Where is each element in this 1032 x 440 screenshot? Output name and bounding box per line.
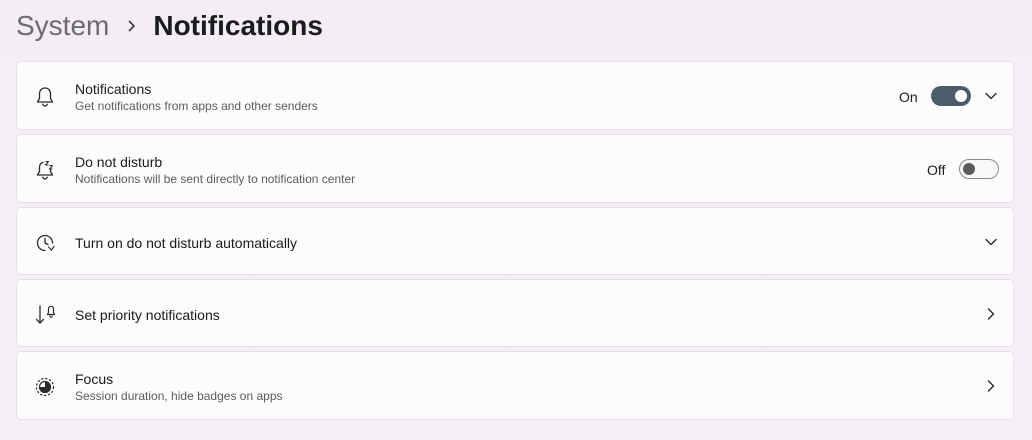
notifications-title: Notifications (75, 81, 152, 97)
chevron-down-icon[interactable] (983, 88, 999, 104)
breadcrumb-parent-link[interactable]: System (16, 6, 109, 46)
notifications-toggle[interactable] (931, 86, 971, 106)
chevron-right-icon[interactable] (983, 378, 999, 394)
do-not-disturb-toggle[interactable] (959, 159, 999, 179)
chevron-right-icon[interactable] (983, 306, 999, 322)
focus-icon (33, 375, 57, 399)
focus-card[interactable]: Focus Session duration, hide badges on a… (16, 351, 1014, 420)
notifications-text: Notifications Get notifications from app… (75, 80, 318, 114)
page-title: Notifications (153, 10, 323, 41)
notifications-subtitle: Get notifications from apps and other se… (75, 99, 318, 113)
priority-arrow-icon (33, 303, 57, 327)
auto-do-not-disturb-text: Turn on do not disturb automatically (75, 234, 297, 252)
do-not-disturb-subtitle: Notifications will be sent directly to n… (75, 172, 356, 186)
focus-text: Focus Session duration, hide badges on a… (75, 370, 283, 404)
toggle-knob (963, 163, 975, 175)
auto-do-not-disturb-card[interactable]: Turn on do not disturb automatically (16, 207, 1014, 275)
clock-refresh-icon (33, 231, 57, 255)
breadcrumb-chevron-icon (109, 19, 153, 33)
chevron-down-icon[interactable] (983, 234, 999, 250)
do-not-disturb-state-label: Off (927, 162, 946, 178)
settings-page: System Notifications Notifications Get n… (0, 0, 1032, 440)
notifications-state-label: On (899, 89, 918, 105)
auto-do-not-disturb-title: Turn on do not disturb automatically (75, 235, 298, 251)
bell-snooze-icon (33, 158, 57, 182)
priority-notifications-text: Set priority notifications (75, 306, 220, 324)
bell-icon (33, 85, 57, 109)
toggle-knob (955, 90, 967, 102)
focus-subtitle: Session duration, hide badges on apps (75, 389, 283, 403)
do-not-disturb-card: Do not disturb Notifications will be sen… (16, 134, 1014, 203)
priority-notifications-card[interactable]: Set priority notifications (16, 279, 1014, 347)
do-not-disturb-text: Do not disturb Notifications will be sen… (75, 153, 355, 187)
breadcrumb: System Notifications (16, 6, 323, 46)
priority-notifications-title: Set priority notifications (75, 307, 220, 323)
notifications-card[interactable]: Notifications Get notifications from app… (16, 61, 1014, 130)
focus-title: Focus (75, 371, 114, 387)
do-not-disturb-title: Do not disturb (75, 154, 163, 170)
